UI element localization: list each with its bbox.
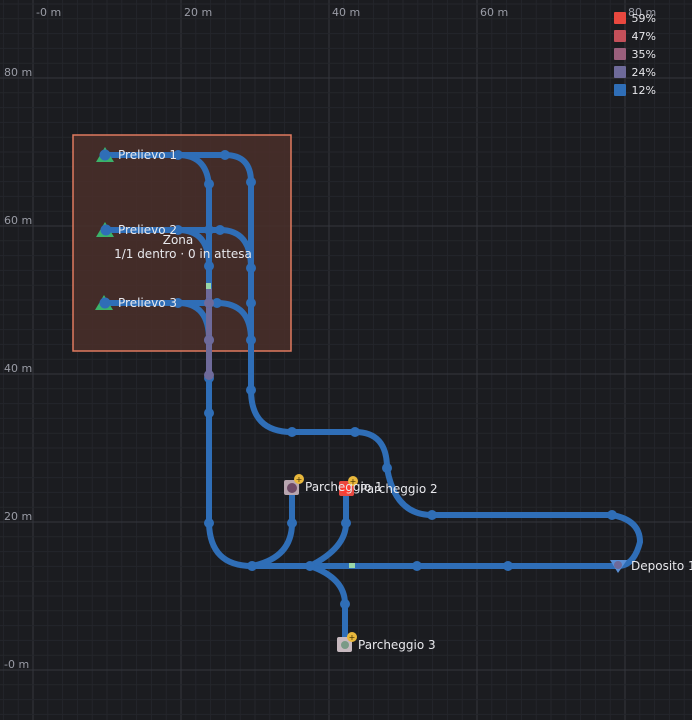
track-parcheggio-2 — [307, 487, 349, 569]
x-axis-tick-label: 60 m — [480, 6, 508, 19]
legend-item: 59% — [613, 9, 656, 27]
y-axis-tick-label: -0 m — [4, 658, 29, 671]
legend-swatch — [613, 30, 626, 42]
track-node[interactable] — [341, 518, 351, 528]
zone-name: Zona — [163, 233, 194, 247]
x-axis-tick-label: -0 m — [36, 6, 61, 19]
track-node[interactable] — [247, 561, 257, 571]
track-node[interactable] — [305, 561, 315, 571]
svg-text:+: + — [349, 633, 356, 642]
legend-item: 12% — [613, 81, 656, 99]
track-node[interactable] — [287, 518, 297, 528]
tracks — [102, 152, 643, 645]
track-parcheggio-3 — [307, 563, 348, 645]
source-label-1: Prelievo 1 — [118, 148, 177, 162]
track-node[interactable] — [350, 427, 360, 437]
track-node[interactable] — [215, 225, 225, 235]
legend-swatch — [613, 84, 626, 96]
track-node[interactable] — [412, 561, 422, 571]
legend-swatch — [613, 12, 626, 24]
y-axis-tick-label: 80 m — [4, 66, 32, 79]
parking-label-3: Parcheggio 3 — [358, 638, 436, 652]
legend-item: 24% — [613, 63, 656, 81]
legend-item: 35% — [613, 45, 656, 63]
x-axis-tick-label: 20 m — [184, 6, 212, 19]
source-label-3: Prelievo 3 — [118, 296, 177, 310]
zone-status: 1/1 dentro · 0 in attesa — [114, 247, 252, 261]
track-parcheggio-1 — [249, 487, 295, 569]
legend-label: 35% — [631, 47, 656, 61]
legend-swatch — [613, 48, 626, 60]
deposit-label: Deposito 1 — [631, 559, 692, 573]
parking-label-2: Parcheggio 2 — [360, 482, 438, 496]
track-node[interactable] — [503, 561, 513, 571]
legend-swatch — [613, 66, 626, 78]
legend-item: 47% — [613, 27, 656, 45]
track-node[interactable] — [382, 463, 392, 473]
track-node-busy[interactable] — [204, 298, 214, 308]
track-node[interactable] — [607, 510, 617, 520]
track-node[interactable] — [204, 261, 214, 271]
track-node[interactable] — [246, 298, 256, 308]
legend-label: 47% — [631, 29, 656, 43]
y-axis-tick-label: 60 m — [4, 214, 32, 227]
legend-label: 59% — [631, 11, 656, 25]
heat-legend: 59% 47% 35% 24% 12% — [613, 9, 656, 99]
track-node[interactable] — [246, 263, 256, 273]
layout-map[interactable]: Prelievo 1 Prelievo 2 Prelievo 3 Zona 1/… — [0, 0, 692, 720]
track-node-busy[interactable] — [204, 370, 214, 380]
track-node[interactable] — [220, 150, 230, 160]
track-node[interactable] — [204, 518, 214, 528]
track-node[interactable] — [246, 385, 256, 395]
track-node[interactable] — [246, 177, 256, 187]
track-node[interactable] — [204, 179, 214, 189]
legend-label: 24% — [631, 65, 656, 79]
track-node[interactable] — [427, 510, 437, 520]
track-node[interactable] — [246, 335, 256, 345]
map-canvas[interactable]: Prelievo 1 Prelievo 2 Prelievo 3 Zona 1/… — [0, 0, 692, 720]
track-node[interactable] — [204, 408, 214, 418]
x-axis-tick-label: 40 m — [332, 6, 360, 19]
track-node[interactable] — [287, 427, 297, 437]
track-node[interactable] — [340, 599, 350, 609]
legend-label: 12% — [631, 83, 656, 97]
track-node[interactable] — [204, 225, 214, 235]
track-node-busy[interactable] — [204, 335, 214, 345]
y-axis-tick-label: 40 m — [4, 362, 32, 375]
svg-text:+: + — [296, 475, 303, 484]
y-axis-tick-label: 20 m — [4, 510, 32, 523]
